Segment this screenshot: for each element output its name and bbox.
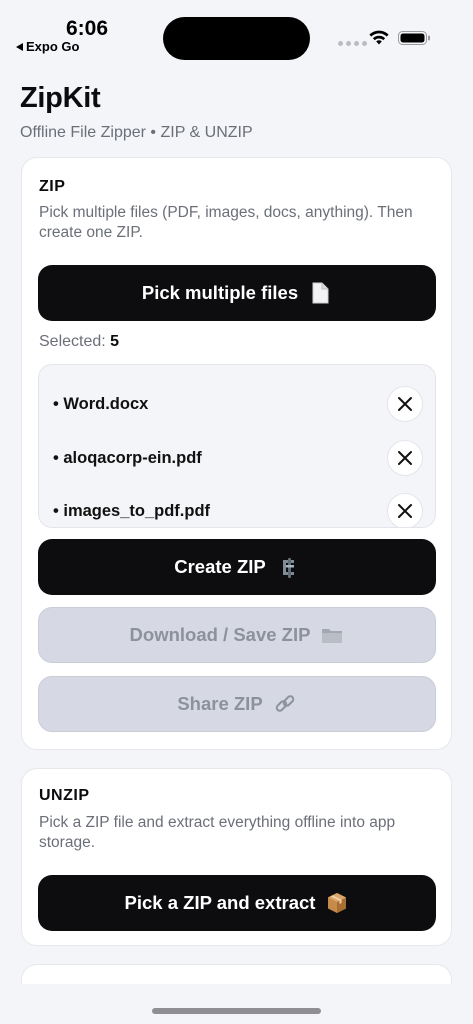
file-list-item: • Word.docx	[39, 384, 435, 424]
file-list-item: • aloqacorp-ein.pdf	[39, 438, 435, 478]
pick-zip-and-extract-button[interactable]: Pick a ZIP and extract	[38, 875, 436, 931]
selected-count: 5	[110, 333, 120, 350]
file-name: • Word.docx	[53, 394, 149, 413]
back-arrow-icon	[16, 42, 23, 51]
zip-card-description: Pick multiple files (PDF, images, docs, …	[39, 204, 413, 241]
status-bar: 6:06 Expo Go	[0, 0, 473, 62]
link-icon	[275, 695, 294, 712]
wifi-icon	[369, 30, 389, 45]
download-save-zip-button[interactable]: Download / Save ZIP	[38, 607, 436, 663]
remove-file-button[interactable]	[387, 386, 423, 422]
page-icon	[312, 282, 329, 304]
pick-zip-and-extract-label: Pick a ZIP and extract	[124, 892, 316, 913]
download-save-zip-label: Download / Save ZIP	[129, 624, 311, 645]
create-zip-label: Create ZIP	[174, 556, 266, 577]
bottom-safe-area	[0, 984, 473, 1024]
status-time: 6:06	[66, 17, 109, 40]
selected-count-row: Selected: 5	[39, 333, 119, 351]
clamp-icon	[282, 558, 294, 578]
remove-file-button[interactable]	[387, 440, 423, 476]
zip-card-title: ZIP	[39, 178, 66, 195]
close-icon	[398, 397, 412, 411]
pick-multiple-files-label: Pick multiple files	[141, 282, 299, 303]
app-title: ZipKit	[20, 82, 101, 114]
create-zip-button[interactable]: Create ZIP	[38, 539, 436, 595]
selected-label: Selected:	[39, 333, 106, 350]
remove-file-button[interactable]	[387, 493, 423, 527]
battery-icon	[398, 31, 430, 45]
cellular-signal-icon	[338, 41, 367, 46]
folder-icon	[322, 629, 343, 643]
file-list-item: • images_to_pdf.pdf	[39, 491, 435, 527]
package-icon	[328, 893, 347, 913]
share-zip-button[interactable]: Share ZIP	[38, 676, 436, 732]
dynamic-island	[163, 17, 310, 60]
zip-card: ZIP Pick multiple files (PDF, images, do…	[21, 157, 452, 750]
unzip-card-title: UNZIP	[39, 787, 90, 804]
close-icon	[398, 451, 412, 465]
unzip-card: UNZIP Pick a ZIP file and extract everyt…	[21, 768, 452, 946]
back-app-label: Expo Go	[26, 39, 80, 54]
back-to-expo-go[interactable]: Expo Go	[16, 39, 79, 54]
share-zip-label: Share ZIP	[177, 693, 263, 714]
file-name: • images_to_pdf.pdf	[53, 501, 211, 520]
pick-multiple-files-button[interactable]: Pick multiple files	[38, 265, 436, 321]
file-name: • aloqacorp-ein.pdf	[53, 448, 202, 467]
selected-files-list[interactable]: • Word.docx • aloqacorp-ein.pdf • images…	[38, 364, 436, 528]
unzip-card-description: Pick a ZIP file and extract everything o…	[39, 814, 396, 851]
close-icon	[398, 504, 412, 518]
home-indicator[interactable]	[152, 1008, 321, 1014]
app-subtitle: Offline File Zipper • ZIP & UNZIP	[20, 124, 253, 141]
